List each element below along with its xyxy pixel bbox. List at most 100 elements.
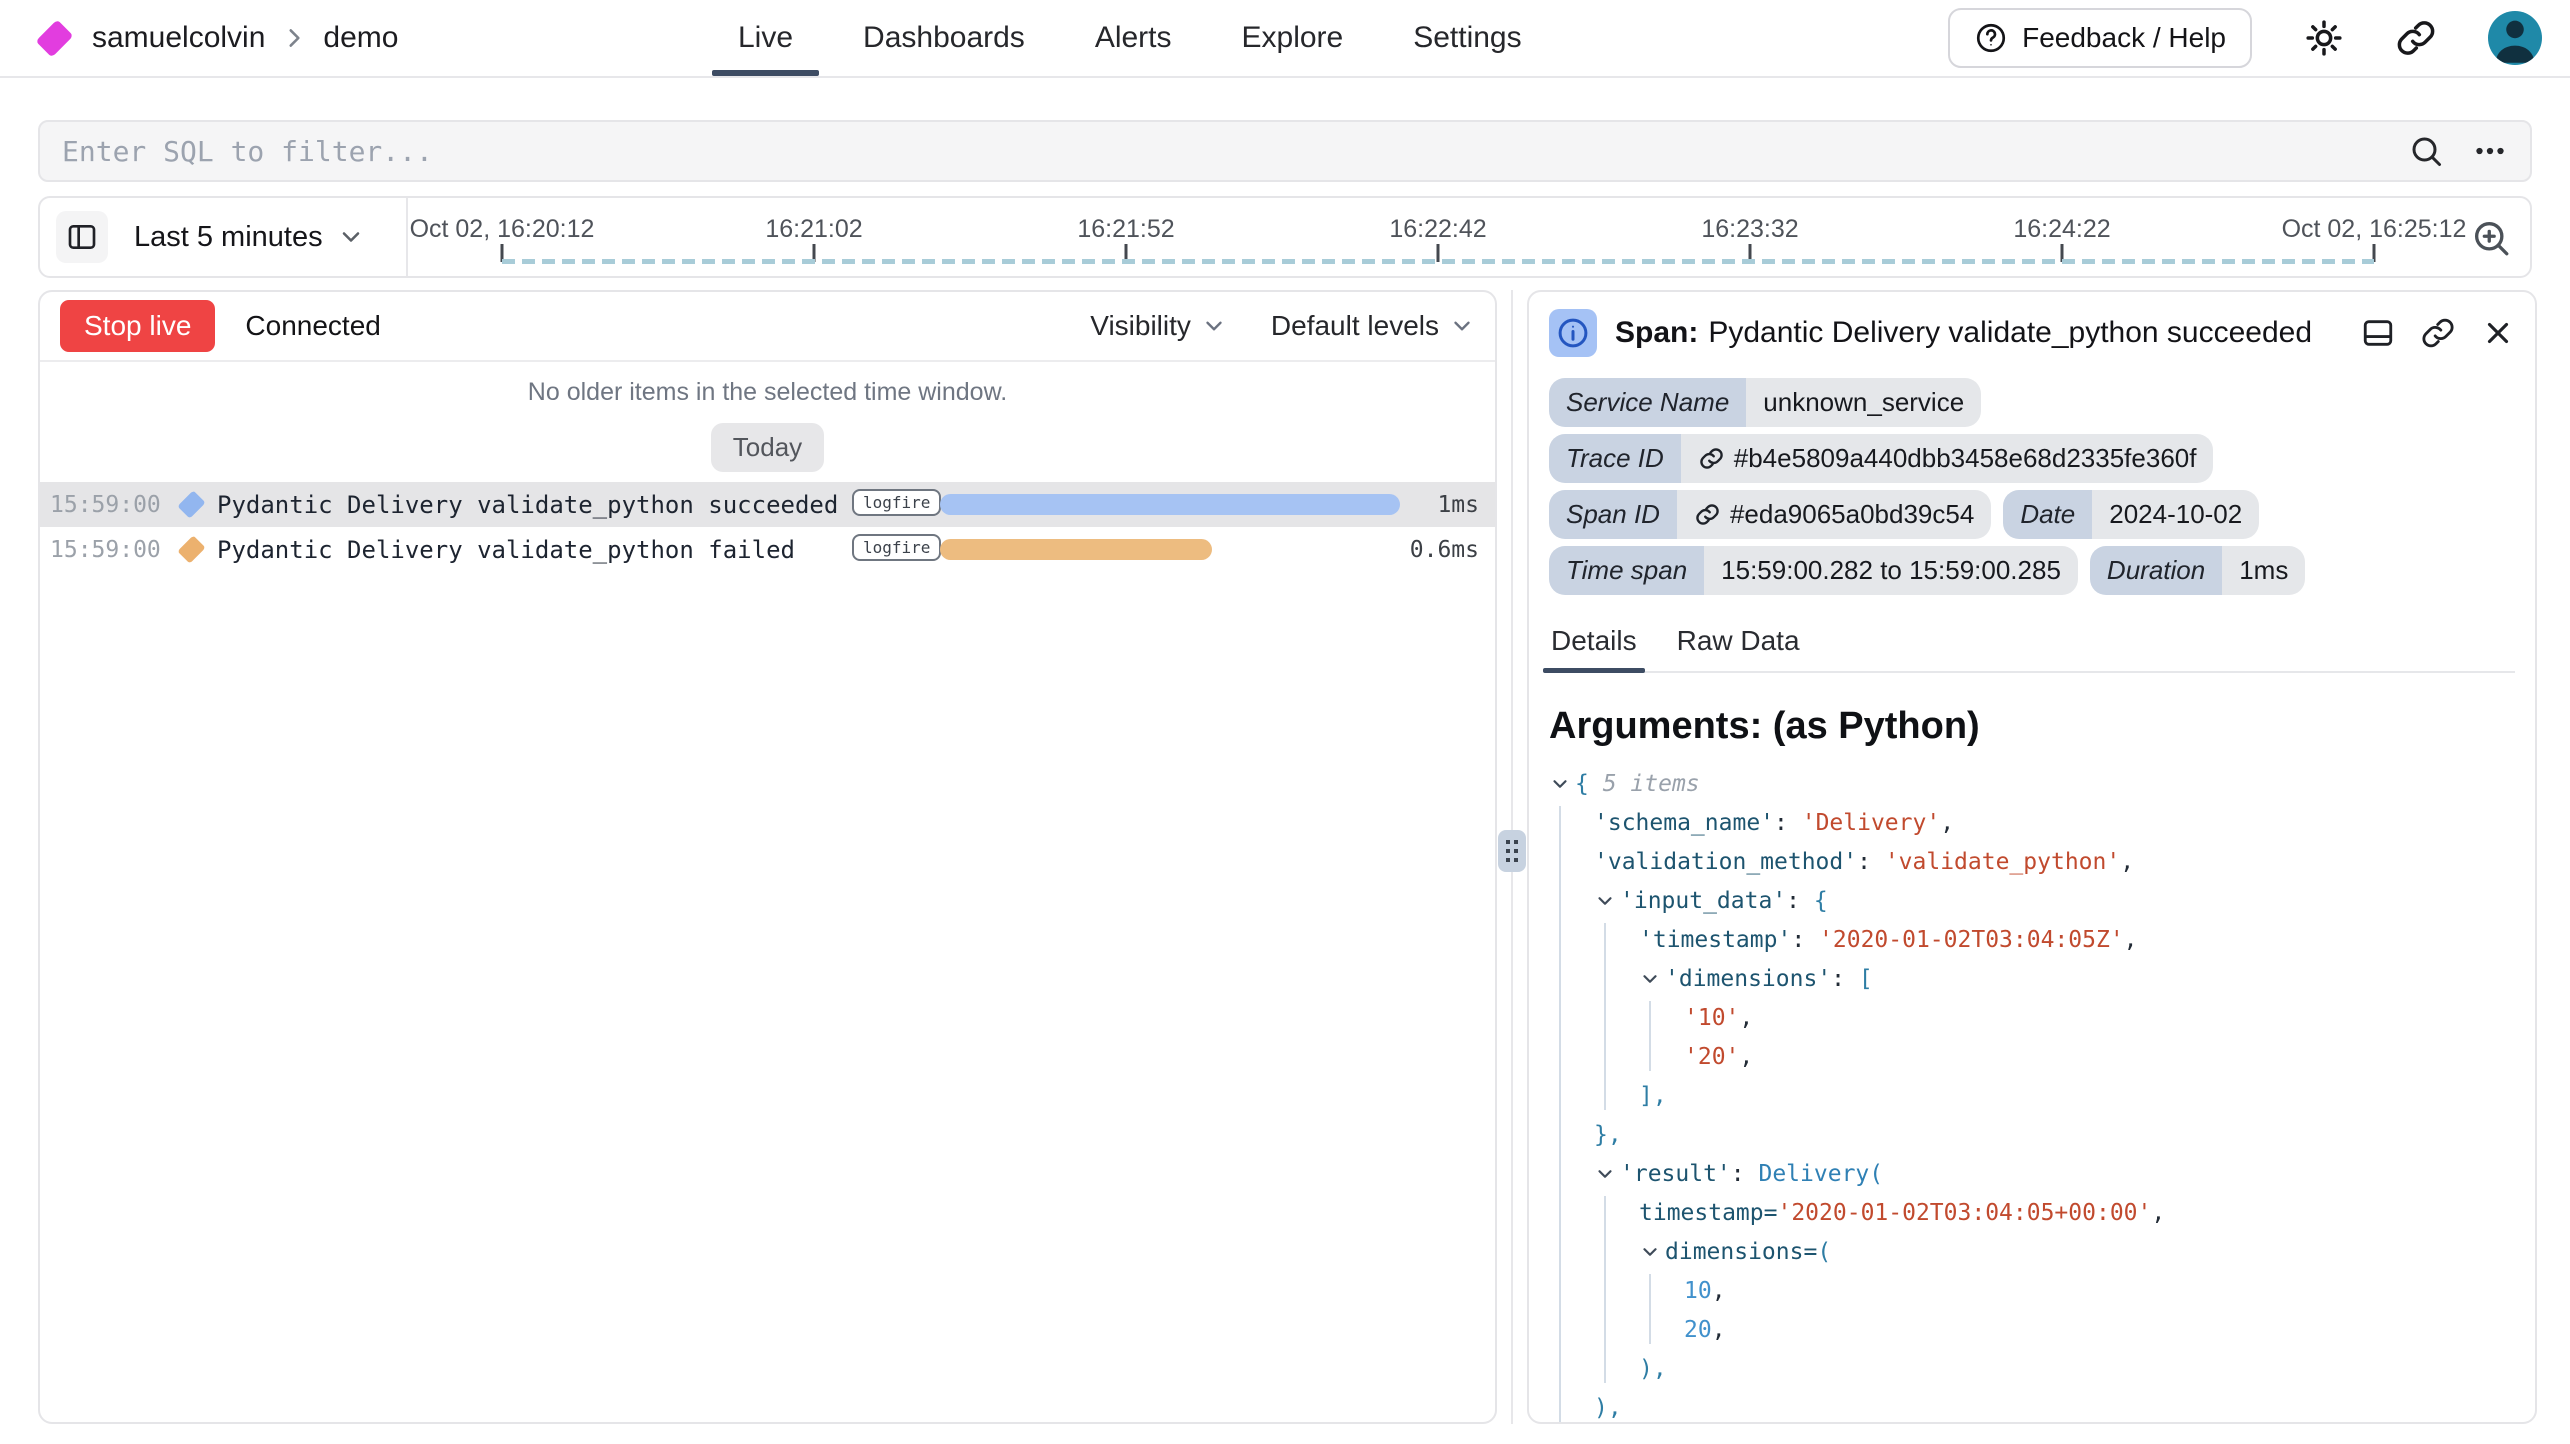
collapse-caret-icon[interactable] <box>1549 773 1575 795</box>
log-level-diamond-icon <box>177 490 205 518</box>
connection-status: Connected <box>245 310 380 342</box>
json-tree-line: 'schema_name': 'Delivery', <box>1549 803 2515 842</box>
nav-tab-settings[interactable]: Settings <box>1413 0 1521 76</box>
copy-link-icon[interactable] <box>2421 316 2455 350</box>
user-avatar[interactable] <box>2488 11 2542 65</box>
share-link-icon[interactable] <box>2396 18 2436 58</box>
log-timestamp: 15:59:00 <box>50 492 174 518</box>
live-feed-toolbar: Stop live Connected Visibility Default l… <box>40 292 1495 362</box>
json-tree-line: 'dimensions': [ <box>1549 959 2515 998</box>
dock-panel-bottom-icon[interactable] <box>2361 316 2395 350</box>
link-icon[interactable] <box>1698 445 1725 472</box>
json-tree-line: }, <box>1549 1115 2515 1154</box>
timeline-span-dashes <box>502 259 2374 264</box>
log-row[interactable]: 15:59:00Pydantic Delivery validate_pytho… <box>40 527 1495 572</box>
arguments-json-tree: { 5 items'schema_name': 'Delivery','vali… <box>1549 764 2515 1424</box>
json-tree-line: timestamp='2020-01-02T03:04:05+00:00', <box>1549 1193 2515 1232</box>
collapse-caret-icon[interactable] <box>1594 890 1620 912</box>
timeline-zoom-in-icon[interactable] <box>2470 217 2512 259</box>
attribute-badge[interactable]: Date2024-10-02 <box>2003 490 2259 539</box>
search-icon[interactable] <box>2408 133 2444 169</box>
default-levels-dropdown[interactable]: Default levels <box>1271 310 1475 342</box>
json-tree-line: ), <box>1549 1388 2515 1424</box>
timeline-tick-label: 16:21:52 <box>1077 215 1174 244</box>
breadcrumb-org[interactable]: samuelcolvin <box>92 21 265 55</box>
json-tree-line: '10', <box>1549 998 2515 1037</box>
chevron-down-icon <box>1201 313 1227 339</box>
link-icon[interactable] <box>1694 501 1721 528</box>
timeline-tick-label: Oct 02, 16:25:12 <box>2282 215 2467 244</box>
log-level-diamond-icon <box>177 535 205 563</box>
badge-value: 15:59:00.282 to 15:59:00.285 <box>1704 546 2078 595</box>
collapse-caret-icon[interactable] <box>1639 968 1665 990</box>
timeline-tick-label: 16:24:22 <box>2013 215 2110 244</box>
timeline-tick-label: 16:21:02 <box>765 215 862 244</box>
indent-guide <box>1649 1001 1651 1071</box>
duration-label: 0.6ms <box>1410 537 1479 563</box>
close-icon[interactable] <box>2481 316 2515 350</box>
badge-label: Service Name <box>1549 378 1746 427</box>
badge-value: 1ms <box>2222 546 2305 595</box>
span-attribute-badges: Service Nameunknown_service Trace ID#b4e5… <box>1549 378 2515 595</box>
collapse-caret-icon[interactable] <box>1594 1163 1620 1185</box>
nav-tab-dashboards[interactable]: Dashboards <box>863 0 1025 76</box>
indent-guide <box>1559 806 1561 1422</box>
visibility-dropdown[interactable]: Visibility <box>1090 310 1227 342</box>
more-options-icon[interactable] <box>2472 133 2508 169</box>
json-tree-line: { 5 items <box>1549 764 2515 803</box>
badge-value: #eda9065a0bd39c54 <box>1677 490 1991 539</box>
sidebar-toggle-button[interactable] <box>56 211 108 263</box>
json-tree-line: 10, <box>1549 1271 2515 1310</box>
splitter-drag-handle[interactable] <box>1498 830 1526 872</box>
info-icon <box>1549 309 1597 357</box>
empty-state-message: No older items in the selected time wind… <box>40 378 1495 407</box>
json-tree-line: 'result': Delivery( <box>1549 1154 2515 1193</box>
theme-toggle-sun-icon[interactable] <box>2304 18 2344 58</box>
json-tree-line: ), <box>1549 1349 2515 1388</box>
log-message: Pydantic Delivery validate_python failed <box>217 536 795 564</box>
badge-value: unknown_service <box>1746 378 1981 427</box>
date-separator-badge: Today <box>711 423 824 472</box>
help-circle-icon <box>1974 21 2008 55</box>
nav-tab-live[interactable]: Live <box>738 0 793 76</box>
timeline-tick-label: 16:22:42 <box>1389 215 1486 244</box>
nav-tab-alerts[interactable]: Alerts <box>1095 0 1172 76</box>
duration-label: 1ms <box>1437 492 1479 518</box>
span-title: Span:Pydantic Delivery validate_python s… <box>1615 316 2312 350</box>
main-nav: Live Dashboards Alerts Explore Settings <box>738 0 1522 76</box>
scope-tag[interactable]: logfire <box>852 489 941 516</box>
sql-filter-input[interactable]: Enter SQL to filter... <box>38 120 2532 182</box>
feedback-help-button[interactable]: Feedback / Help <box>1948 8 2252 68</box>
json-tree-line: 20, <box>1549 1310 2515 1349</box>
time-range-dropdown[interactable]: Last 5 minutes <box>134 198 365 276</box>
breadcrumb-project[interactable]: demo <box>323 21 398 55</box>
feedback-help-label: Feedback / Help <box>2022 22 2226 54</box>
header-actions: Feedback / Help <box>1948 0 2542 76</box>
logfire-logo-icon[interactable] <box>36 20 74 58</box>
arguments-heading: Arguments: (as Python) <box>1549 705 2515 748</box>
json-tree-line: dimensions=( <box>1549 1232 2515 1271</box>
attribute-badge[interactable]: Span ID#eda9065a0bd39c54 <box>1549 490 1991 539</box>
live-feed-panel: Stop live Connected Visibility Default l… <box>38 290 1497 1424</box>
timeline-tick-label: Oct 02, 16:20:12 <box>410 215 595 244</box>
json-tree-line: 'timestamp': '2020-01-02T03:04:05Z', <box>1549 920 2515 959</box>
attribute-badge[interactable]: Service Nameunknown_service <box>1549 378 1981 427</box>
json-tree-line: 'input_data': { <box>1549 881 2515 920</box>
scope-tag[interactable]: logfire <box>852 534 941 561</box>
json-tree-line: '20', <box>1549 1037 2515 1076</box>
badge-value: 2024-10-02 <box>2092 490 2259 539</box>
top-navbar: samuelcolvin demo Live Dashboards Alerts Ex… <box>0 0 2570 78</box>
detail-tab-raw-data[interactable]: Raw Data <box>1675 619 1802 671</box>
collapse-caret-icon[interactable] <box>1639 1241 1665 1263</box>
nav-tab-explore[interactable]: Explore <box>1242 0 1344 76</box>
detail-tab-details[interactable]: Details <box>1549 619 1639 671</box>
attribute-badge[interactable]: Duration1ms <box>2090 546 2305 595</box>
log-row[interactable]: 15:59:00Pydantic Delivery validate_pytho… <box>40 482 1495 527</box>
indent-guide <box>1604 923 1606 1110</box>
attribute-badge[interactable]: Trace ID#b4e5809a440dbb3458e68d2335fe360… <box>1549 434 2213 483</box>
sql-filter-placeholder: Enter SQL to filter... <box>62 135 2408 168</box>
stop-live-button[interactable]: Stop live <box>60 300 215 352</box>
span-detail-header: Span:Pydantic Delivery validate_python s… <box>1549 306 2515 360</box>
attribute-badge[interactable]: Time span15:59:00.282 to 15:59:00.285 <box>1549 546 2078 595</box>
indent-guide <box>1604 1196 1606 1383</box>
